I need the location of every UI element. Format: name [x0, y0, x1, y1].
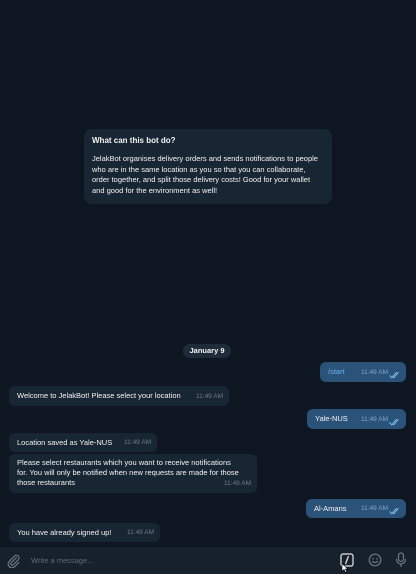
double-check-icon — [389, 371, 399, 379]
message-text: Welcome to JelakBot! Please select your … — [17, 391, 181, 400]
message-outgoing: Al-Amans 11:49 AM — [306, 499, 406, 518]
message-outgoing[interactable]: /start 11:49 AM — [320, 362, 406, 382]
message-text: Location saved as Yale-NUS — [17, 438, 113, 447]
message-input-bar: Write a message... — [0, 546, 416, 574]
message-time: 11:49 AM — [224, 480, 251, 487]
bot-description-title: What can this bot do? — [92, 136, 176, 145]
message-outgoing: Yale-NUS 11:49 AM — [307, 409, 406, 429]
message-text: Please select restaurants which you want… — [17, 458, 239, 487]
message-incoming: You have already signed up! 11:49 AM — [9, 523, 160, 542]
bot-description-card: What can this bot do? JelakBot organises… — [84, 129, 332, 204]
double-check-icon — [389, 507, 399, 515]
message-text[interactable]: /start — [328, 367, 345, 376]
message-incoming: Welcome to JelakBot! Please select your … — [9, 386, 229, 406]
bot-description-text: JelakBot organises delivery orders and s… — [92, 154, 318, 195]
message-incoming: Please select restaurants which you want… — [9, 454, 257, 493]
chat-area: What can this bot do? JelakBot organises… — [0, 0, 416, 546]
message-text: Yale-NUS — [315, 414, 348, 423]
message-time: 11:49 AM — [124, 439, 151, 446]
message-text: Al-Amans — [314, 504, 347, 513]
message-text: You have already signed up! — [17, 528, 112, 537]
emoji-icon[interactable] — [368, 553, 382, 567]
message-time: 11:49 AM — [127, 529, 154, 536]
microphone-icon[interactable] — [395, 552, 407, 568]
message-time: 11:49 AM — [361, 369, 388, 376]
cursor-pointer-icon — [341, 563, 349, 573]
date-separator: January 9 — [183, 344, 231, 358]
paperclip-icon[interactable] — [7, 554, 21, 568]
message-incoming: Location saved as Yale-NUS 11:49 AM — [9, 433, 157, 452]
message-time: 11:49 AM — [196, 393, 223, 400]
message-time: 11:49 AM — [361, 416, 388, 423]
double-check-icon — [389, 418, 399, 426]
message-input[interactable]: Write a message... — [31, 556, 93, 565]
message-time: 11:49 AM — [361, 505, 388, 512]
